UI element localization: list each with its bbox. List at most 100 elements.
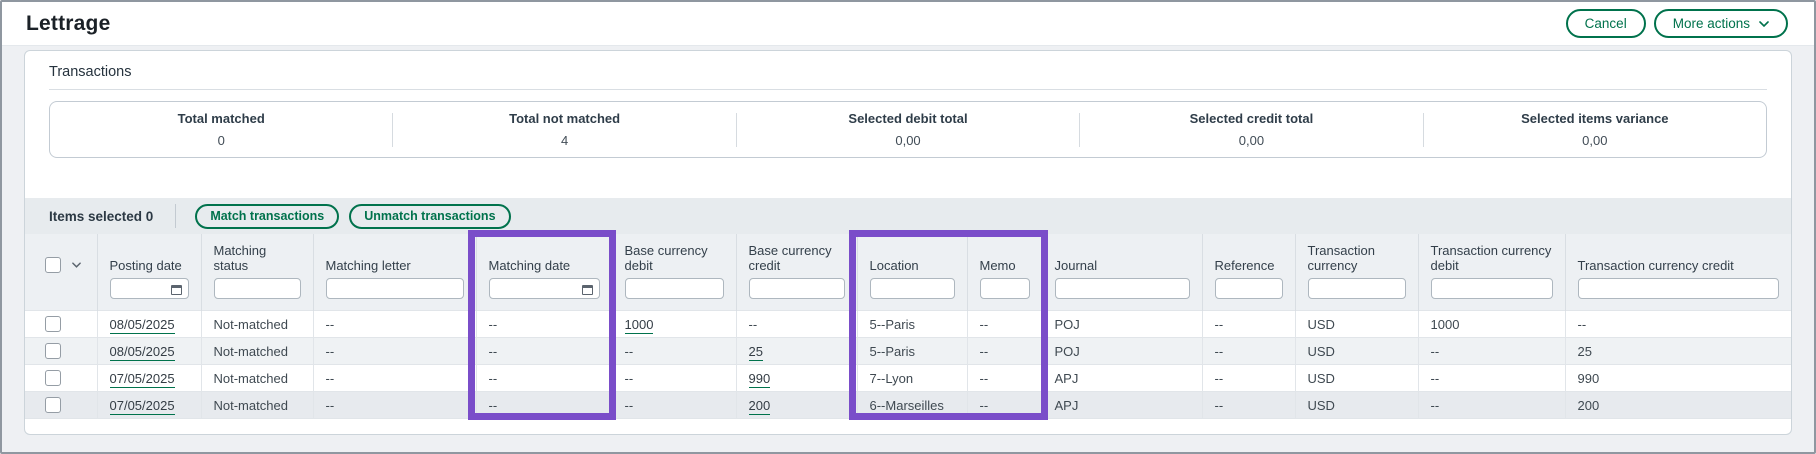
summary-selected-credit-total: Selected credit total 0,00 xyxy=(1080,111,1422,148)
col-header-transaction-currency[interactable]: Transaction currency xyxy=(1295,234,1418,273)
cell-matching-status: Not-matched xyxy=(201,338,313,365)
cell-location: 6--Marseilles xyxy=(857,392,967,419)
col-header-matching-letter[interactable]: Matching letter xyxy=(313,234,476,273)
col-header-base-currency-debit[interactable]: Base currency debit xyxy=(612,234,736,273)
cancel-button-label: Cancel xyxy=(1585,16,1627,31)
filter-transaction-currency[interactable] xyxy=(1308,278,1406,299)
col-header-posting-date[interactable]: Posting date xyxy=(97,234,201,273)
cell-link-posting-date[interactable]: 07/05/2025 xyxy=(110,371,175,388)
cell-reference: -- xyxy=(1202,392,1295,419)
filter-reference[interactable] xyxy=(1215,278,1283,299)
cell-matching-letter: -- xyxy=(313,392,476,419)
cell-matching-date: -- xyxy=(476,311,612,338)
cell-memo: -- xyxy=(967,311,1042,338)
match-transactions-label: Match transactions xyxy=(210,209,324,223)
table-row: 07/05/2025Not-matched------2006--Marseil… xyxy=(25,392,1791,419)
col-header-location[interactable]: Location xyxy=(857,234,967,273)
cell-select xyxy=(25,365,97,392)
cell-matching-status: Not-matched xyxy=(201,365,313,392)
filter-matching-status[interactable] xyxy=(214,278,301,299)
unmatch-transactions-label: Unmatch transactions xyxy=(364,209,495,223)
table-row: 07/05/2025Not-matched------9907--Lyon--A… xyxy=(25,365,1791,392)
filter-location[interactable] xyxy=(870,278,955,299)
col-header-transaction-currency-debit[interactable]: Transaction currency debit xyxy=(1418,234,1565,273)
page-title: Lettrage xyxy=(26,12,110,36)
cell-link-base-credit[interactable]: 200 xyxy=(749,398,771,415)
row-checkbox[interactable] xyxy=(45,316,61,332)
cell-reference: -- xyxy=(1202,365,1295,392)
filter-transaction-currency-credit[interactable] xyxy=(1578,278,1780,299)
row-checkbox[interactable] xyxy=(45,370,61,386)
cell-matching-date: -- xyxy=(476,365,612,392)
cell-link-base-credit[interactable]: 25 xyxy=(749,344,763,361)
select-all-checkbox[interactable] xyxy=(45,257,61,273)
cell-txn-debit: -- xyxy=(1418,365,1565,392)
cell-link-posting-date[interactable]: 08/05/2025 xyxy=(110,344,175,361)
summary-selected-debit-total: Selected debit total 0,00 xyxy=(737,111,1079,148)
cell-txn-debit: 1000 xyxy=(1418,311,1565,338)
cell-txn-credit: 990 xyxy=(1565,365,1791,392)
cell-posting-date: 07/05/2025 xyxy=(97,365,201,392)
cell-txn-debit: -- xyxy=(1418,392,1565,419)
cell-location: 5--Paris xyxy=(857,311,967,338)
col-header-memo[interactable]: Memo xyxy=(967,234,1042,273)
cell-base-debit: -- xyxy=(612,365,736,392)
chevron-down-icon xyxy=(1759,21,1769,27)
col-header-base-currency-credit[interactable]: Base currency credit xyxy=(736,234,857,273)
cell-link-posting-date[interactable]: 08/05/2025 xyxy=(110,317,175,334)
filter-journal[interactable] xyxy=(1055,278,1190,299)
summary-selected-items-variance: Selected items variance 0,00 xyxy=(1424,111,1766,148)
filter-base-currency-debit[interactable] xyxy=(625,278,724,299)
cell-select xyxy=(25,392,97,419)
summary-total-matched: Total matched 0 xyxy=(50,111,392,148)
chevron-down-icon[interactable] xyxy=(72,262,81,268)
calendar-icon[interactable] xyxy=(582,285,593,295)
unmatch-transactions-button[interactable]: Unmatch transactions xyxy=(349,204,510,229)
cell-base-credit: 990 xyxy=(736,365,857,392)
cell-txn-credit: 25 xyxy=(1565,338,1791,365)
cell-location: 5--Paris xyxy=(857,338,967,365)
filter-matching-letter[interactable] xyxy=(326,278,464,299)
cell-matching-letter: -- xyxy=(313,338,476,365)
summary-bar: Total matched 0 Total not matched 4 Sele… xyxy=(49,101,1767,158)
section-title: Transactions xyxy=(49,64,1767,80)
cell-base-credit: 200 xyxy=(736,392,857,419)
cell-reference: -- xyxy=(1202,311,1295,338)
more-actions-button[interactable]: More actions xyxy=(1654,9,1788,38)
match-transactions-button[interactable]: Match transactions xyxy=(195,204,339,229)
cell-location: 7--Lyon xyxy=(857,365,967,392)
cell-base-debit: -- xyxy=(612,338,736,365)
cell-link-posting-date[interactable]: 07/05/2025 xyxy=(110,398,175,415)
cell-link-base-debit[interactable]: 1000 xyxy=(625,317,654,334)
table-toolbar: Items selected 0 Match transactions Unma… xyxy=(25,198,1791,234)
col-header-reference[interactable]: Reference xyxy=(1202,234,1295,273)
cell-txn-debit: -- xyxy=(1418,338,1565,365)
calendar-icon[interactable] xyxy=(171,285,182,295)
lettrage-screen: Lettrage Cancel More actions Transaction… xyxy=(0,0,1816,454)
select-all-header xyxy=(25,234,97,273)
cell-base-credit: -- xyxy=(736,311,857,338)
cell-matching-status: Not-matched xyxy=(201,311,313,338)
cell-memo: -- xyxy=(967,338,1042,365)
cell-matching-date: -- xyxy=(476,338,612,365)
cancel-button[interactable]: Cancel xyxy=(1566,9,1646,38)
cell-matching-letter: -- xyxy=(313,365,476,392)
cell-reference: -- xyxy=(1202,338,1295,365)
cell-matching-date: -- xyxy=(476,392,612,419)
filter-transaction-currency-debit[interactable] xyxy=(1431,278,1553,299)
col-header-matching-status[interactable]: Matching status xyxy=(201,234,313,273)
filter-memo[interactable] xyxy=(980,278,1030,299)
table-row: 08/05/2025Not-matched----1000--5--Paris-… xyxy=(25,311,1791,338)
cell-txn-currency: USD xyxy=(1295,392,1418,419)
row-checkbox[interactable] xyxy=(45,343,61,359)
table-header: Posting date Matching status Matching le… xyxy=(25,234,1791,311)
cell-posting-date: 08/05/2025 xyxy=(97,338,201,365)
col-header-transaction-currency-credit[interactable]: Transaction currency credit xyxy=(1565,234,1791,273)
cell-journal: POJ xyxy=(1042,338,1202,365)
col-header-journal[interactable]: Journal xyxy=(1042,234,1202,273)
cell-link-base-credit[interactable]: 990 xyxy=(749,371,771,388)
cell-txn-currency: USD xyxy=(1295,365,1418,392)
col-header-matching-date[interactable]: Matching date xyxy=(476,234,612,273)
row-checkbox[interactable] xyxy=(45,397,61,413)
filter-base-currency-credit[interactable] xyxy=(749,278,845,299)
